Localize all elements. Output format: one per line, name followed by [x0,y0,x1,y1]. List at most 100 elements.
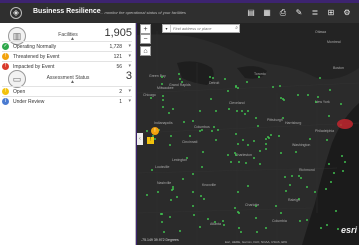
search-input[interactable] [173,25,231,32]
facility-marker[interactable] [161,221,163,223]
facility-marker[interactable] [238,227,240,229]
map-view[interactable]: + − ⌂ ▾ ⌕ ‹ OttawaMontrealGreen BayGrand… [137,23,359,245]
facility-marker[interactable] [182,178,184,180]
facility-marker[interactable] [162,95,164,97]
facility-marker[interactable] [228,108,230,110]
assessment-marker-icon[interactable]: ! [147,137,154,144]
facility-marker[interactable] [202,151,204,153]
facility-marker[interactable] [307,94,309,96]
facility-marker[interactable] [169,216,171,218]
facility-marker[interactable] [151,169,153,171]
facility-marker[interactable] [172,108,174,110]
chevron-down-icon[interactable]: ▾ [128,53,131,59]
facility-marker[interactable] [265,138,267,140]
facility-marker[interactable] [265,227,267,229]
facility-marker[interactable] [328,163,330,165]
facility-marker[interactable] [320,227,322,229]
facility-marker[interactable] [207,218,209,220]
facility-marker[interactable] [259,163,261,165]
facility-marker[interactable] [297,94,299,96]
facility-marker[interactable] [192,191,194,193]
facility-marker[interactable] [317,96,319,98]
layers-icon[interactable]: ▤ [245,7,257,19]
facility-marker[interactable] [162,99,164,101]
facility-marker[interactable] [170,199,172,201]
facility-marker[interactable] [189,135,191,137]
facility-marker[interactable] [201,129,203,131]
chevron-down-icon[interactable]: ▾ [128,98,131,104]
facility-marker[interactable] [214,221,216,223]
facility-marker[interactable] [265,143,267,145]
facility-marker[interactable] [237,143,239,145]
facility-marker[interactable] [237,87,239,89]
facility-marker[interactable] [267,136,269,138]
facility-marker[interactable] [333,172,335,174]
facility-marker[interactable] [280,212,282,214]
facility-marker[interactable] [236,110,238,112]
facility-marker[interactable] [217,129,219,131]
facility-marker[interactable] [315,101,317,103]
facility-marker[interactable] [183,121,185,123]
facility-status-row[interactable]: ! Impacted by Event 56 ▾ [2,61,132,70]
impact-cluster[interactable] [337,119,353,129]
facility-marker[interactable] [326,139,328,141]
facility-marker[interactable] [306,219,308,221]
facility-marker[interactable] [265,148,267,150]
facility-marker[interactable] [247,144,249,146]
facility-marker[interactable] [272,86,274,88]
home-button[interactable]: ⌂ [140,46,151,56]
warning-marker-icon[interactable]: ! [151,127,159,135]
facility-marker[interactable] [280,152,282,154]
facility-marker[interactable] [247,110,249,112]
facility-marker[interactable] [222,220,224,222]
facility-marker[interactable] [163,231,165,233]
facility-marker[interactable] [227,90,229,92]
facility-marker[interactable] [200,195,202,197]
settings-icon[interactable]: ⚙ [341,7,353,19]
facility-marker[interactable] [169,144,171,146]
facility-marker[interactable] [162,106,164,108]
search-source-dropdown[interactable]: ▾ [163,25,171,32]
facility-marker[interactable] [238,161,240,163]
facility-marker[interactable] [255,117,257,119]
facility-marker[interactable] [186,157,188,159]
facility-marker[interactable] [330,181,332,183]
facility-marker[interactable] [209,76,211,78]
facility-marker[interactable] [172,188,174,190]
facility-marker[interactable] [259,150,261,152]
facility-marker[interactable] [235,154,237,156]
facility-marker[interactable] [344,161,346,163]
facility-marker[interactable] [300,177,302,179]
basemap-icon[interactable]: ▦ [261,7,273,19]
print-icon[interactable]: ⎙ [277,7,289,19]
facility-marker[interactable] [157,191,159,193]
facility-marker[interactable] [283,99,285,101]
facility-marker[interactable] [242,139,244,141]
facility-marker[interactable] [154,138,156,140]
facility-marker[interactable] [289,184,291,186]
facility-marker[interactable] [211,130,213,132]
collapse-panel-button[interactable]: ‹ [137,133,143,145]
facility-marker[interactable] [253,140,255,142]
facility-marker[interactable] [335,210,337,212]
facility-marker[interactable] [179,78,181,80]
facility-marker[interactable] [280,97,282,99]
facility-status-row[interactable]: ! Threatened by Event 121 ▾ [2,51,132,60]
facility-marker[interactable] [341,155,343,157]
facility-marker[interactable] [176,196,178,198]
facility-marker[interactable] [255,205,257,207]
facility-marker[interactable] [270,134,272,136]
zoom-in-button[interactable]: + [140,24,151,34]
facility-marker[interactable] [235,133,237,135]
facility-marker[interactable] [193,214,195,216]
facility-marker[interactable] [284,176,286,178]
facility-marker[interactable] [234,207,236,209]
chevron-down-icon[interactable]: ▾ [128,63,131,69]
facility-marker[interactable] [161,76,163,78]
zoom-out-button[interactable]: − [140,34,151,44]
facility-marker[interactable] [223,224,225,226]
facility-marker[interactable] [298,198,300,200]
facility-marker[interactable] [192,205,194,207]
facility-marker[interactable] [253,157,255,159]
facility-marker[interactable] [240,231,242,233]
